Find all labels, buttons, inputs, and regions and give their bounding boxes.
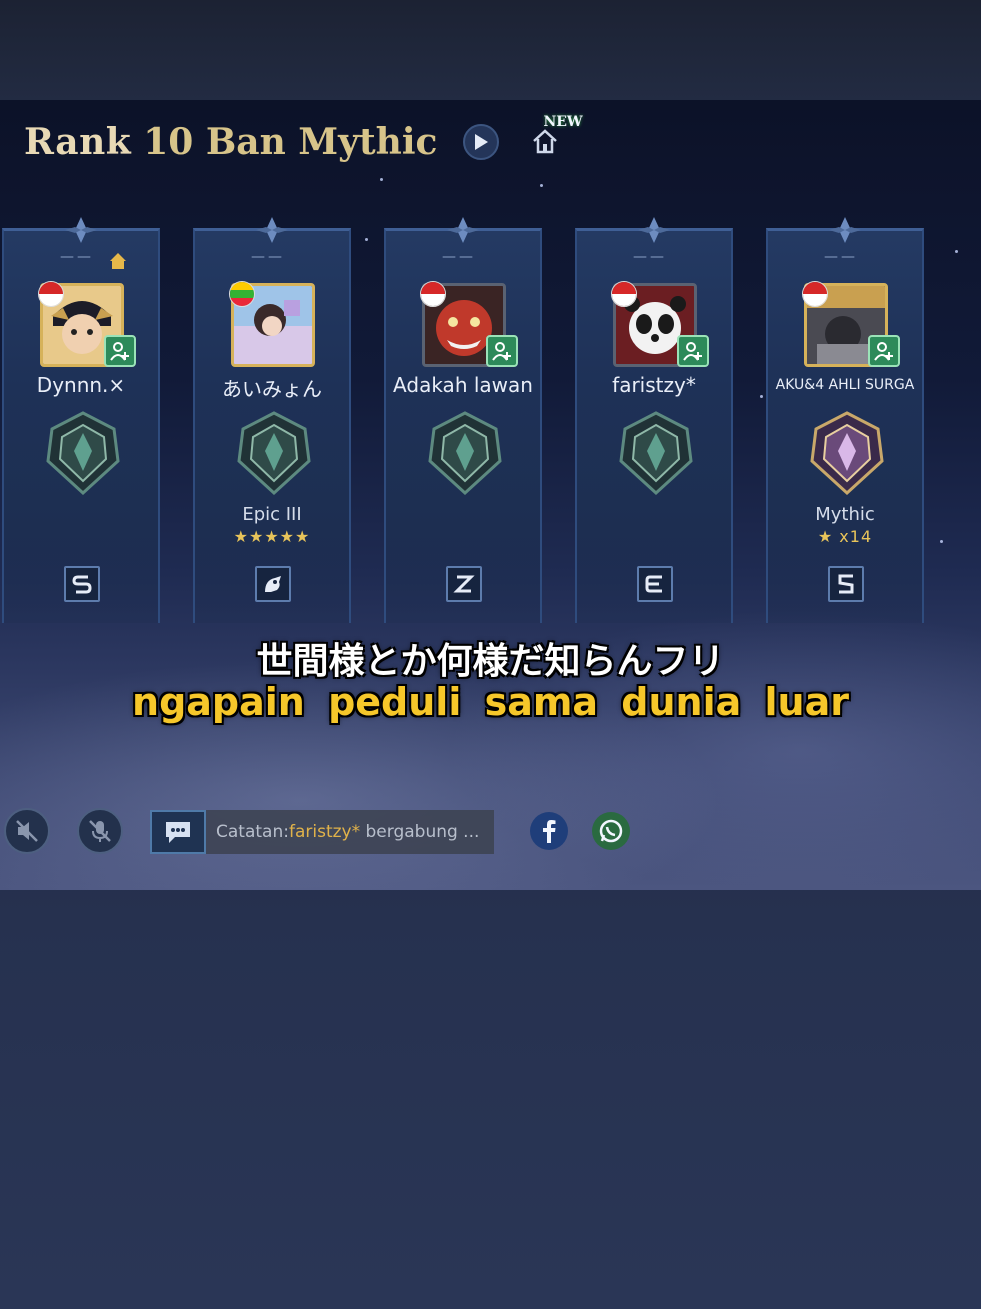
player-card[interactable]: —— AKU&4 AHLI SURGA Mythic ★ x14 bbox=[766, 217, 924, 623]
player-card[interactable]: —— Adakah lawan bbox=[384, 217, 542, 623]
add-friend-button[interactable] bbox=[677, 335, 709, 367]
top-bar bbox=[0, 0, 981, 100]
bottom-toolbar: Catatan:faristzy* bergabung ... bbox=[0, 808, 981, 854]
chat-bar[interactable]: Catatan:faristzy* bergabung ... bbox=[150, 810, 494, 854]
flag-myanmar-icon bbox=[229, 281, 255, 307]
role-e-icon bbox=[645, 575, 662, 593]
speaker-muted-icon bbox=[16, 820, 38, 842]
rank-emblem-icon bbox=[619, 411, 693, 495]
speaker-toggle-button[interactable] bbox=[4, 808, 50, 854]
rank-emblem-icon bbox=[46, 411, 120, 495]
play-icon bbox=[475, 134, 489, 150]
whatsapp-icon bbox=[599, 819, 623, 843]
lobby-header: Rank 10 Ban Mythic NEW bbox=[24, 114, 583, 164]
title-rank: Rank bbox=[24, 121, 132, 163]
chat-button[interactable] bbox=[150, 810, 206, 854]
add-friend-button[interactable] bbox=[104, 335, 136, 367]
star-decoration bbox=[940, 540, 943, 543]
flag-indonesia-icon bbox=[802, 281, 828, 307]
chat-player-name: faristzy* bbox=[288, 822, 361, 842]
player-name: Dynnn.× bbox=[36, 373, 126, 397]
card-ornament-icon bbox=[65, 217, 97, 243]
player-name: faristzy* bbox=[612, 373, 696, 397]
add-friend-icon bbox=[492, 342, 511, 361]
rank-stars: ★★★★★ bbox=[233, 527, 311, 546]
mic-muted-icon bbox=[89, 820, 111, 842]
role-s-box-icon bbox=[838, 574, 854, 594]
home-icon bbox=[533, 129, 558, 154]
add-friend-icon bbox=[874, 342, 893, 361]
card-ornament-icon bbox=[447, 217, 479, 243]
role-icon bbox=[637, 566, 673, 602]
role-icon bbox=[446, 566, 482, 602]
card-ornament-icon bbox=[829, 217, 861, 243]
chat-message: Catatan:faristzy* bergabung ... bbox=[216, 822, 479, 842]
player-name: Adakah lawan bbox=[393, 373, 533, 397]
role-icon bbox=[255, 566, 291, 602]
add-friend-button[interactable] bbox=[486, 335, 518, 367]
role-z-icon bbox=[453, 575, 475, 593]
star-decoration bbox=[955, 250, 958, 253]
room-button[interactable]: NEW bbox=[525, 114, 583, 162]
player-dash: —— bbox=[633, 249, 667, 265]
player-name: AKU&4 AHLI SURGA bbox=[775, 377, 915, 393]
player-dash: —— bbox=[824, 249, 858, 265]
player-dash: —— bbox=[251, 249, 285, 265]
player-name: あいみょん bbox=[222, 377, 322, 401]
chat-body: bergabung ... bbox=[360, 822, 480, 842]
rank-label: Mythic bbox=[815, 504, 875, 525]
mic-toggle-button[interactable] bbox=[77, 808, 123, 854]
star-decoration bbox=[380, 178, 383, 181]
facebook-icon bbox=[543, 820, 556, 843]
rank-label: Epic III bbox=[242, 504, 302, 525]
card-ornament-icon bbox=[256, 217, 288, 243]
whatsapp-share-button[interactable] bbox=[592, 812, 630, 850]
star-decoration bbox=[760, 395, 763, 398]
mythic-emblem-icon bbox=[810, 411, 884, 495]
chat-bubble-icon bbox=[166, 822, 190, 843]
lobby-screen: Rank 10 Ban Mythic NEW —— Dynnn.× —— あいみ… bbox=[0, 100, 981, 890]
role-s-icon bbox=[72, 575, 92, 594]
subtitle-japanese: 世間様とか何様だ知らんフリ bbox=[256, 641, 725, 682]
player-dash: —— bbox=[60, 249, 94, 265]
add-friend-icon bbox=[683, 342, 702, 361]
new-badge: NEW bbox=[543, 114, 583, 130]
player-card[interactable]: —— あいみょん Epic III ★★★★★ bbox=[193, 217, 351, 623]
subtitle-indonesian: ngapain peduli sama dunia luar bbox=[132, 680, 849, 724]
mode-info-button[interactable] bbox=[463, 124, 500, 160]
add-friend-button[interactable] bbox=[868, 335, 900, 367]
facebook-share-button[interactable] bbox=[530, 812, 568, 850]
flag-indonesia-icon bbox=[38, 281, 64, 307]
add-friend-icon bbox=[110, 342, 129, 361]
role-beast-icon bbox=[265, 576, 281, 592]
rank-emblem-icon bbox=[237, 411, 311, 495]
player-dash: —— bbox=[442, 249, 476, 265]
star-decoration bbox=[365, 238, 368, 241]
player-card[interactable]: —— faristzy* bbox=[575, 217, 733, 623]
flag-indonesia-icon bbox=[611, 281, 637, 307]
chat-prefix: Catatan: bbox=[216, 822, 289, 842]
player-card[interactable]: —— Dynnn.× bbox=[2, 217, 160, 623]
rank-emblem-icon bbox=[428, 411, 502, 495]
flag-indonesia-icon bbox=[420, 281, 446, 307]
star-decoration bbox=[540, 184, 543, 187]
role-icon bbox=[828, 566, 864, 602]
room-owner-icon bbox=[110, 253, 126, 269]
rank-stars: ★ x14 bbox=[817, 527, 873, 546]
role-icon bbox=[64, 566, 100, 602]
card-ornament-icon bbox=[638, 217, 670, 243]
title-mode: 10 Ban Mythic bbox=[143, 121, 438, 163]
